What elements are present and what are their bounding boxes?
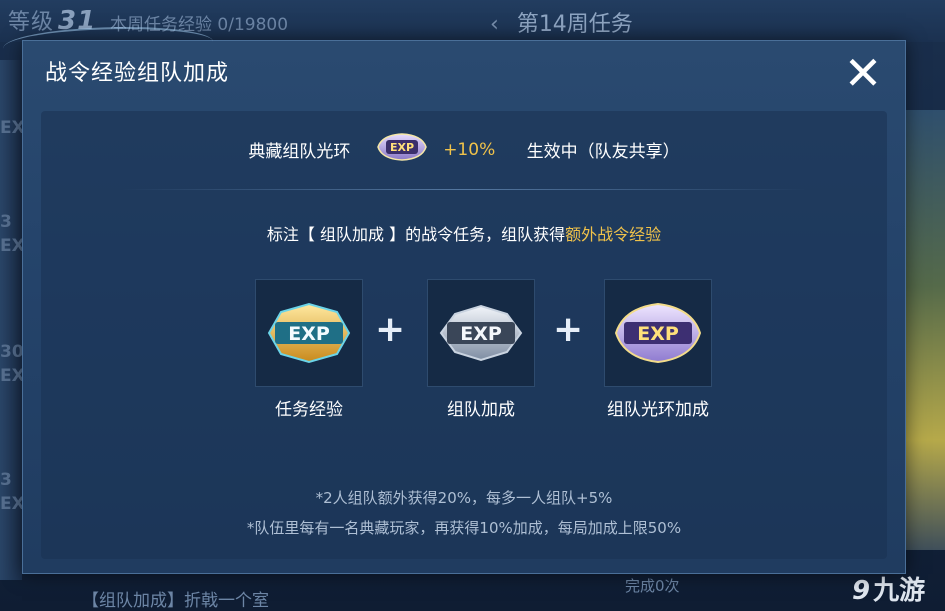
plus-sign: + <box>553 309 584 350</box>
aura-row: 典藏组队光环 EXP +10% 生效中（队友共享） <box>41 131 887 163</box>
note-prefix: 标注【 组队加成 】的战令任务，组队获得 <box>266 225 566 244</box>
item-frame: EXP <box>427 279 535 387</box>
footnote: *队伍里每有一名典藏玩家，再获得10%加成，每局加成上限50% <box>246 519 682 537</box>
item-label: 任务经验 <box>275 400 343 420</box>
item-label: 组队光环加成 <box>607 400 709 420</box>
team-bonus-dialog: 战令经验组队加成 ✕ 典藏组队光环 EXP +10% 生效中（队友共享） 标注【… <box>3 27 906 574</box>
plus-sign: + <box>375 309 406 350</box>
item-frame: EXP <box>604 279 712 387</box>
background-hero-art <box>901 110 945 550</box>
team-bonus-item: EXP 组队加成 <box>427 279 535 420</box>
aura-label: 典藏组队光环 <box>248 142 351 162</box>
bg-task-label: 3 <box>0 212 12 232</box>
close-icon: ✕ <box>843 46 883 100</box>
item-label: 组队加成 <box>447 400 515 420</box>
bg-task-progress: 完成0次 <box>625 577 680 595</box>
note-highlight: 额外战令经验 <box>565 225 662 244</box>
dialog-title: 战令经验组队加成 <box>45 61 230 86</box>
week-title-label: 第14周任务 <box>516 12 633 37</box>
bg-task-label: 3 <box>0 470 12 490</box>
aura-bonus-item: EXP 组队光环加成 <box>604 279 712 420</box>
watermark-logo: 9 九游 <box>852 570 925 607</box>
bg-task-label: 30 <box>0 342 24 362</box>
exp-aura-icon: EXP <box>374 131 430 168</box>
close-button[interactable]: ✕ <box>841 50 885 96</box>
exp-silver-icon: EXP <box>439 304 523 362</box>
aura-status: 生效中（队友共享） <box>526 142 680 162</box>
footnote: *2人组队额外获得20%，每多一人组队+5% <box>315 489 613 507</box>
exp-badge-text: EXP <box>460 323 502 345</box>
watermark-glyph: 9 <box>852 576 871 606</box>
exp-badge-text: EXP <box>390 141 414 154</box>
exp-aura-icon: EXP <box>614 302 702 364</box>
bonus-note: 标注【 组队加成 】的战令任务，组队获得额外战令经验 <box>41 221 887 245</box>
bg-task-title: 【组队加成】折戟一个室 <box>82 591 269 611</box>
watermark-text: 九游 <box>873 576 926 606</box>
item-frame: EXP <box>255 279 363 387</box>
task-exp-item: EXP 任务经验 <box>255 279 363 420</box>
divider <box>121 189 807 190</box>
aura-bonus: +10% <box>443 139 496 160</box>
week-title: ‹ 第14周任务 <box>490 6 633 38</box>
chevron-left-icon[interactable]: ‹ <box>490 12 499 37</box>
exp-badge-text: EXP <box>288 323 330 345</box>
dialog-content: 典藏组队光环 EXP +10% 生效中（队友共享） 标注【 组队加成 】的战令任… <box>41 111 887 559</box>
exp-gold-icon: EXP <box>267 302 351 364</box>
exp-sources: EXP 任务经验 + EXP 组队加成 + EXP 组队光环加成 <box>41 279 887 429</box>
exp-badge-text: EXP <box>637 323 679 345</box>
